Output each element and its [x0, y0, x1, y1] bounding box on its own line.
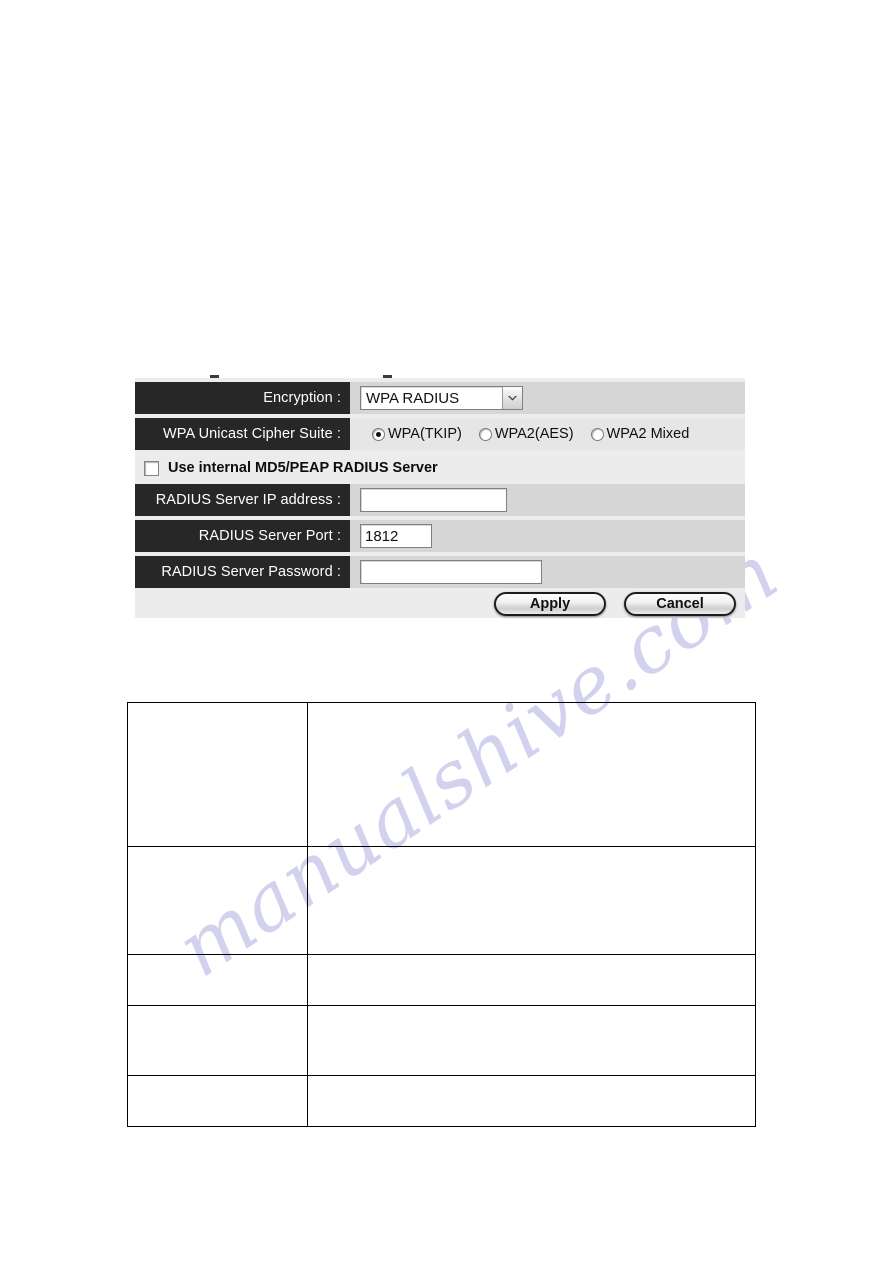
- radio-label-wpa-tkip: WPA(TKIP): [388, 426, 462, 442]
- table-cell-description: [307, 1005, 756, 1076]
- radio-option-wpa2-aes[interactable]: WPA2(AES): [478, 426, 574, 442]
- cipher-suite-field: WPA(TKIP) WPA2(AES) WPA2 Mixed: [350, 418, 745, 450]
- table-cell-name: [126, 1075, 309, 1127]
- clipped-row-artifact: [135, 370, 745, 378]
- radius-password-field: [350, 556, 745, 588]
- panel-actions: Apply Cancel: [135, 590, 745, 618]
- table-cell-description: [307, 702, 756, 847]
- encryption-field: WPA RADIUS: [350, 382, 745, 414]
- apply-button[interactable]: Apply: [494, 592, 606, 616]
- radius-ip-input[interactable]: [360, 488, 507, 512]
- cipher-suite-label: WPA Unicast Cipher Suite :: [135, 418, 350, 450]
- table-cell-name: [126, 846, 309, 955]
- cipher-suite-row: WPA Unicast Cipher Suite : WPA(TKIP) WPA…: [135, 418, 745, 450]
- radius-port-input[interactable]: 1812: [360, 524, 432, 548]
- radio-icon-wpa2-mixed[interactable]: [590, 427, 604, 441]
- parameter-description-table: [126, 702, 756, 1127]
- table-row: [126, 1075, 756, 1127]
- chevron-down-icon[interactable]: [502, 387, 522, 409]
- cancel-button[interactable]: Cancel: [624, 592, 736, 616]
- table-body: [126, 702, 756, 1127]
- radio-label-wpa2-mixed: WPA2 Mixed: [606, 426, 690, 442]
- radio-icon-wpa-tkip[interactable]: [372, 427, 385, 441]
- radio-label-wpa2-aes: WPA2(AES): [494, 426, 574, 442]
- internal-radius-checkbox-wrap[interactable]: Use internal MD5/PEAP RADIUS Server: [135, 460, 438, 476]
- table-row: [126, 954, 756, 1006]
- radius-port-field: 1812: [350, 520, 745, 552]
- radio-option-wpa2-mixed[interactable]: WPA2 Mixed: [590, 426, 690, 442]
- encryption-select[interactable]: WPA RADIUS: [360, 386, 523, 410]
- table-row: [126, 702, 756, 847]
- internal-radius-label: Use internal MD5/PEAP RADIUS Server: [168, 460, 438, 476]
- radius-password-input[interactable]: [360, 560, 542, 584]
- table-row: [126, 1005, 756, 1076]
- table-cell-name: [126, 1005, 309, 1076]
- table-cell-description: [307, 846, 756, 955]
- checkbox-icon-internal-radius[interactable]: [144, 460, 159, 476]
- wireless-security-panel: Encryption : WPA RADIUS WPA Unicast Ciph…: [135, 378, 745, 618]
- table-cell-name: [126, 954, 309, 1006]
- encryption-label: Encryption :: [135, 382, 350, 414]
- table-cell-description: [307, 954, 756, 1006]
- table-cell-description: [307, 1075, 756, 1127]
- table-row: [126, 846, 756, 955]
- radius-ip-field: [350, 484, 745, 516]
- table-cell-name: [126, 702, 309, 847]
- encryption-row: Encryption : WPA RADIUS: [135, 382, 745, 414]
- radius-port-row: RADIUS Server Port : 1812: [135, 520, 745, 552]
- radius-port-label: RADIUS Server Port :: [135, 520, 350, 552]
- radius-password-label: RADIUS Server Password :: [135, 556, 350, 588]
- internal-radius-row: Use internal MD5/PEAP RADIUS Server: [135, 454, 745, 482]
- radius-ip-row: RADIUS Server IP address :: [135, 484, 745, 516]
- cipher-radio-group: WPA(TKIP) WPA2(AES) WPA2 Mixed: [360, 426, 689, 442]
- encryption-select-value: WPA RADIUS: [366, 389, 460, 407]
- radio-icon-wpa2-aes[interactable]: [478, 427, 492, 441]
- radio-option-wpa-tkip[interactable]: WPA(TKIP): [372, 426, 462, 442]
- radius-ip-label: RADIUS Server IP address :: [135, 484, 350, 516]
- radius-password-row: RADIUS Server Password :: [135, 556, 745, 588]
